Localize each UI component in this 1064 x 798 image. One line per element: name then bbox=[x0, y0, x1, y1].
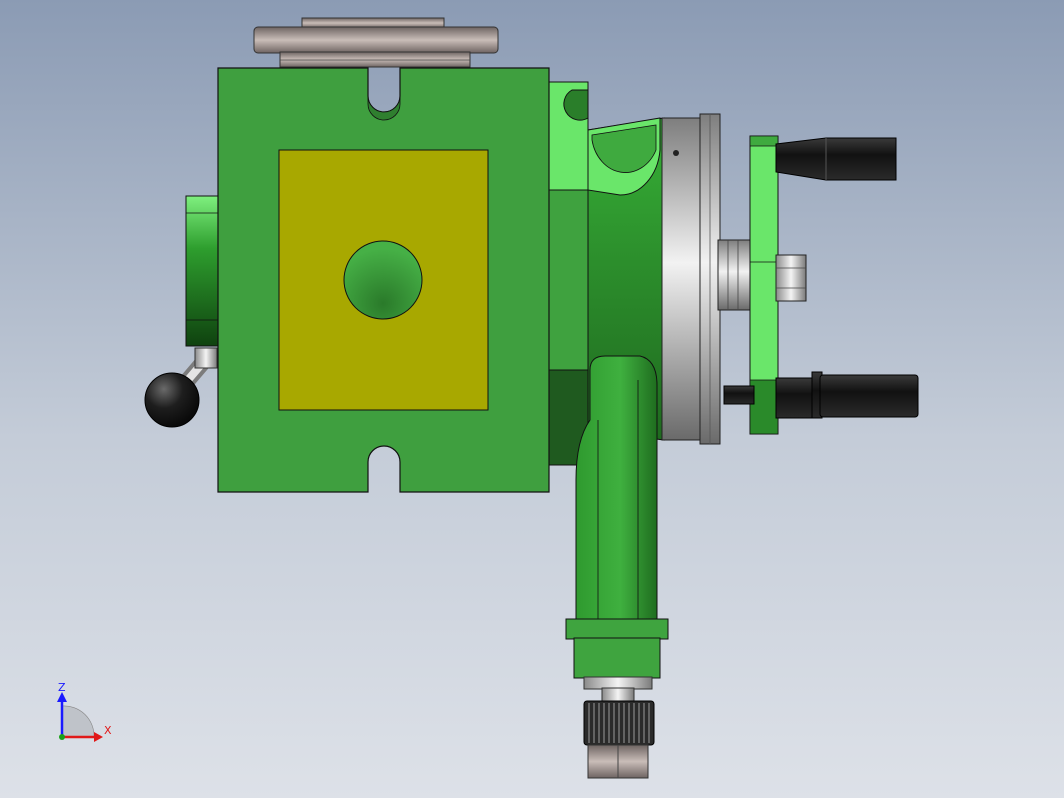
triad-z-label: Z bbox=[58, 681, 66, 694]
cad-model-view[interactable]: Z X bbox=[0, 0, 1064, 798]
ball-knob-icon[interactable] bbox=[144, 372, 200, 428]
center-bore bbox=[343, 240, 423, 320]
main-body[interactable] bbox=[217, 67, 550, 493]
triad-x-arrow-icon bbox=[94, 732, 103, 742]
axis-triad: Z X bbox=[57, 681, 112, 742]
triad-y-axis-dot bbox=[59, 734, 65, 740]
hex-nut-hub bbox=[775, 254, 807, 302]
triad-x-label: X bbox=[104, 724, 112, 737]
cad-viewport[interactable]: Z X bbox=[0, 0, 1064, 798]
left-boss bbox=[185, 195, 221, 347]
lever-handle[interactable] bbox=[144, 347, 218, 428]
steel-dial-ring[interactable] bbox=[661, 113, 721, 445]
top-disc bbox=[253, 17, 499, 68]
center-hub bbox=[717, 239, 751, 311]
knurled-knob[interactable] bbox=[583, 700, 655, 779]
index-hole-icon bbox=[673, 150, 679, 156]
upper-grip-handle[interactable] bbox=[775, 137, 897, 181]
side-flange bbox=[547, 81, 589, 466]
triad-quadrant bbox=[61, 705, 95, 738]
